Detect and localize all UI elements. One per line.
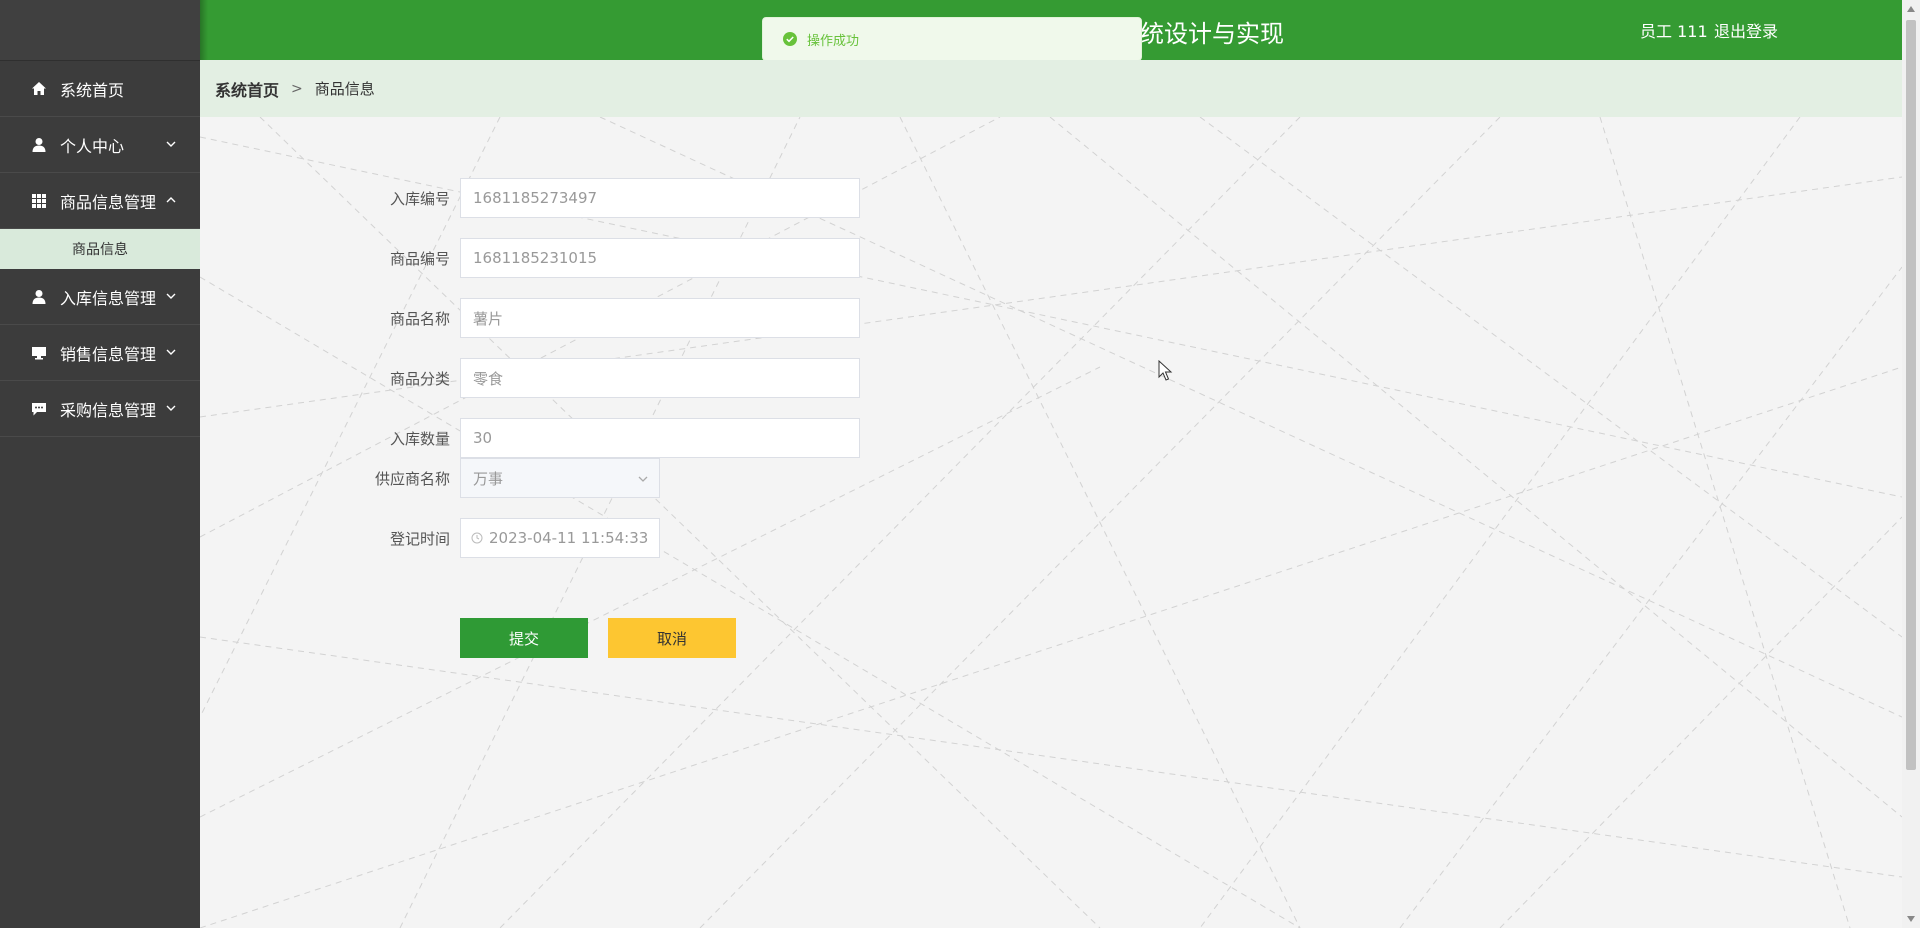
product-id-label: 商品编号: [389, 250, 450, 268]
chevron-down-icon: [638, 476, 648, 482]
background-pattern: [200, 117, 1902, 928]
sidebar-item-label: 个人中心: [60, 136, 125, 156]
chevron-up-icon: [166, 197, 176, 203]
inbound-quantity-input[interactable]: 30: [460, 418, 860, 458]
inbound-id-input[interactable]: 1681185273497: [460, 178, 860, 218]
grid-icon: [30, 192, 48, 210]
breadcrumb-separator: >: [291, 80, 303, 97]
inbound-id-label: 入库编号: [389, 190, 450, 208]
sidebar-item-home[interactable]: 系统首页: [0, 61, 200, 117]
monitor-icon: [30, 344, 48, 362]
product-name-input[interactable]: 薯片: [460, 298, 860, 338]
clock-icon: [471, 532, 483, 544]
sidebar-item-sales-management[interactable]: 销售信息管理: [0, 325, 200, 381]
sidebar-item-label: 销售信息管理: [60, 344, 157, 364]
success-toast: 操作成功: [762, 17, 1142, 61]
sidebar-item-label: 商品信息管理: [60, 192, 157, 212]
product-category-label: 商品分类: [389, 370, 450, 388]
sidebar-item-inbound-management[interactable]: 入库信息管理: [0, 269, 200, 325]
header-shadow: [200, 0, 208, 60]
sidebar-subitem-product-info[interactable]: 商品信息: [0, 229, 200, 269]
breadcrumb-home[interactable]: 系统首页: [215, 77, 279, 101]
submit-button[interactable]: 提交: [460, 618, 588, 658]
sidebar-top: [0, 0, 200, 61]
sidebar-item-label: 系统首页: [60, 80, 125, 100]
sidebar: 系统首页 个人中心 商品信息管理 商品信息 入库信息管理 销售信息管理 采购信息…: [0, 0, 200, 928]
check-circle-icon: [783, 32, 797, 46]
chevron-down-icon: [166, 141, 176, 147]
inbound-quantity-label: 入库数量: [389, 430, 450, 448]
chevron-down-icon: [166, 349, 176, 355]
sidebar-item-purchase-management[interactable]: 采购信息管理: [0, 381, 200, 437]
product-category-input[interactable]: 零食: [460, 358, 860, 398]
breadcrumb-current: 商品信息: [314, 80, 375, 98]
home-icon: [30, 80, 48, 98]
product-id-input[interactable]: 1681185231015: [460, 238, 860, 278]
chevron-down-icon: [166, 405, 176, 411]
register-time-label: 登记时间: [389, 530, 450, 548]
sidebar-subitem-label: 商品信息: [72, 242, 128, 258]
toast-message: 操作成功: [807, 33, 860, 49]
breadcrumb: 系统首页 > 商品信息: [200, 60, 1902, 117]
logout-link[interactable]: 退出登录: [1714, 18, 1778, 42]
supplier-select[interactable]: 万事: [460, 458, 660, 498]
user-icon: [30, 136, 48, 154]
sidebar-item-product-management[interactable]: 商品信息管理: [0, 173, 200, 229]
register-time-input[interactable]: 2023-04-11 11:54:33: [460, 518, 660, 558]
page-scrollbar[interactable]: [1902, 0, 1920, 928]
system-title: 统设计与实现: [1140, 20, 1284, 48]
chevron-down-icon: [166, 293, 176, 299]
main-content: 入库编号 1681185273497 商品编号 1681185231015 商品…: [200, 117, 1902, 928]
scroll-up-arrow[interactable]: [1907, 6, 1915, 12]
sidebar-item-label: 采购信息管理: [60, 400, 157, 420]
sidebar-item-label: 入库信息管理: [60, 288, 157, 308]
cancel-button[interactable]: 取消: [608, 618, 736, 658]
user-icon: [30, 288, 48, 306]
scroll-down-arrow[interactable]: [1907, 916, 1915, 922]
supplier-label: 供应商名称: [374, 470, 450, 488]
mouse-cursor-icon: [1158, 360, 1173, 381]
register-time-value: 2023-04-11 11:54:33: [489, 529, 649, 547]
sidebar-item-personal[interactable]: 个人中心: [0, 117, 200, 173]
chat-icon: [30, 400, 48, 418]
current-user: 员工 111: [1640, 22, 1708, 41]
supplier-select-value: 万事: [473, 469, 504, 488]
product-name-label: 商品名称: [389, 310, 450, 328]
scrollbar-thumb[interactable]: [1906, 20, 1916, 770]
